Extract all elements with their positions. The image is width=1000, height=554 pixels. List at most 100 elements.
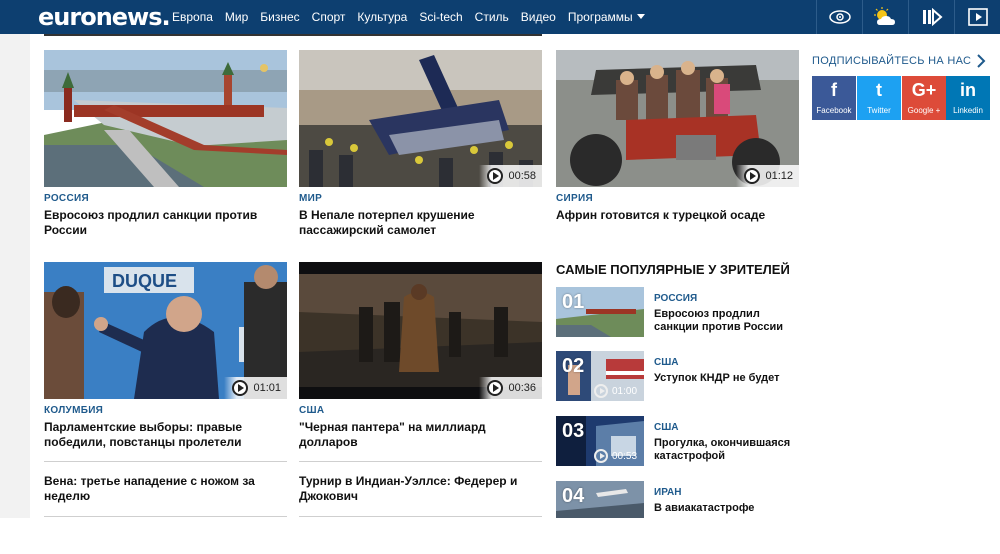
video-duration-badge: 01:12 xyxy=(736,165,799,187)
facebook-icon: f xyxy=(831,80,837,100)
headline[interactable]: Вена: третье нападение с ножом за неделю xyxy=(44,474,287,504)
nav-item-scitech[interactable]: Sci-tech xyxy=(419,10,462,24)
nav-item-video[interactable]: Видео xyxy=(521,10,556,24)
category-label[interactable]: ИРАН xyxy=(654,487,681,498)
nav-item-culture[interactable]: Культура xyxy=(357,10,407,24)
category-label[interactable]: США xyxy=(299,405,542,416)
video-duration: 01:01 xyxy=(253,382,281,394)
category-label[interactable]: РОССИЯ xyxy=(44,193,287,204)
headline[interactable]: Евросоюз продлил санкции против России xyxy=(44,208,287,238)
news-text-item[interactable]: Вена: третье нападение с ножом за неделю xyxy=(44,461,287,504)
category-label[interactable]: КОЛУМБИЯ xyxy=(44,405,287,416)
headline[interactable]: "Черная пантера" на миллиард долларов xyxy=(299,420,542,450)
video-duration-badge: 01:00 xyxy=(594,384,637,398)
headline[interactable]: Уступок КНДР не будет xyxy=(654,372,799,385)
headline[interactable]: Прогулка, окончившаяся катастрофой xyxy=(654,437,799,463)
video-duration: 00:36 xyxy=(508,382,536,394)
headline[interactable]: Парламентские выборы: правые победили, п… xyxy=(44,420,287,450)
popular-thumbnail[interactable]: 02 01:00 xyxy=(556,351,644,401)
popular-item[interactable]: 04 ИРАН В авиакатастрофе xyxy=(556,481,796,518)
category-label[interactable]: МИР xyxy=(299,193,542,204)
category-label[interactable]: РОССИЯ xyxy=(654,293,697,304)
divider xyxy=(44,516,287,517)
headline[interactable]: Евросоюз продлил санкции против России xyxy=(654,308,799,334)
linkedin-button[interactable]: in Linkedin xyxy=(946,76,990,120)
news-card[interactable]: 00:36 США "Черная пантера" на миллиард д… xyxy=(299,262,542,450)
popular-thumbnail[interactable]: 04 xyxy=(556,481,644,518)
twitter-label: Twitter xyxy=(867,106,891,115)
section-divider xyxy=(44,34,542,36)
rank-number: 02 xyxy=(562,355,585,377)
main-nav: Европа Мир Бизнес Спорт Культура Sci-tec… xyxy=(166,0,651,34)
popular-item[interactable]: 03 00:53 США Прогулка, окончившаяся ката… xyxy=(556,416,796,466)
news-thumbnail[interactable]: DUQUE 01:01 xyxy=(44,262,287,399)
news-thumbnail[interactable] xyxy=(44,50,287,187)
popular-item[interactable]: 02 01:00 США Уступок КНДР не будет xyxy=(556,351,796,401)
video-duration: 01:12 xyxy=(765,170,793,182)
headline[interactable]: Турнир в Индиан-Уэллсе: Федерер и Джоков… xyxy=(299,474,542,504)
left-margin xyxy=(0,34,30,518)
popular-section-title: САМЫЕ ПОПУЛЯРНЫЕ У ЗРИТЕЛЕЙ xyxy=(556,262,790,277)
headline[interactable]: В авиакатастрофе xyxy=(654,502,796,515)
news-text-item[interactable]: Турнир в Индиан-Уэллсе: Федерер и Джоков… xyxy=(299,461,542,504)
page: euronews. Европа Мир Бизнес Спорт Культу… xyxy=(0,0,1000,554)
nav-item-style[interactable]: Стиль xyxy=(475,10,509,24)
category-label[interactable]: СИРИЯ xyxy=(556,193,799,204)
headline[interactable]: Африн готовится к турецкой осаде xyxy=(556,208,799,223)
news-card[interactable]: 01:12 СИРИЯ Африн готовится к турецкой о… xyxy=(556,50,799,223)
category-label[interactable]: США xyxy=(654,422,679,433)
video-duration: 00:58 xyxy=(508,170,536,182)
rank-number: 04 xyxy=(562,485,585,507)
video-duration-badge: 00:53 xyxy=(594,449,637,463)
news-card[interactable]: РОССИЯ Евросоюз продлил санкции против Р… xyxy=(44,50,287,238)
play-icon xyxy=(744,168,761,184)
video-duration-badge: 01:01 xyxy=(224,377,287,399)
nav-item-business[interactable]: Бизнес xyxy=(260,10,299,24)
play-icon xyxy=(594,449,608,463)
rank-number: 03 xyxy=(562,420,585,442)
play-icon xyxy=(594,384,608,398)
twitter-icon: t xyxy=(876,80,882,100)
svg-text:DUQUE: DUQUE xyxy=(112,271,177,291)
google-plus-button[interactable]: G+ Google + xyxy=(902,76,946,120)
nav-item-europe[interactable]: Европа xyxy=(172,10,213,24)
popular-item[interactable]: 01 РОССИЯ Евросоюз продлил санкции проти… xyxy=(556,287,796,337)
chevron-right-icon[interactable] xyxy=(974,52,988,70)
play-icon xyxy=(487,168,504,184)
linkedin-label: Linkedin xyxy=(953,106,983,115)
news-thumbnail[interactable]: 00:58 xyxy=(299,50,542,187)
play-video-icon[interactable] xyxy=(954,0,1000,34)
category-label[interactable]: США xyxy=(654,357,679,368)
headline[interactable]: В Непале потерпел крушение пассажирский … xyxy=(299,208,542,238)
livestream-icon[interactable] xyxy=(908,0,954,34)
google-plus-icon: G+ xyxy=(911,80,937,100)
video-duration-badge: 00:36 xyxy=(479,377,542,399)
euronews-logo[interactable]: euronews. xyxy=(38,3,171,31)
kremlin-image xyxy=(44,50,287,187)
play-icon xyxy=(232,380,249,396)
popular-thumbnail[interactable]: 01 xyxy=(556,287,644,337)
news-thumbnail[interactable]: 01:12 xyxy=(556,50,799,187)
linkedin-icon: in xyxy=(960,80,976,100)
google-plus-label: Google + xyxy=(907,106,941,115)
top-bar: euronews. Европа Мир Бизнес Спорт Культу… xyxy=(0,0,1000,34)
rank-number: 01 xyxy=(562,291,585,313)
news-thumbnail[interactable]: 00:36 xyxy=(299,262,542,399)
nav-item-sport[interactable]: Спорт xyxy=(312,10,346,24)
news-card[interactable]: 00:58 МИР В Непале потерпел крушение пас… xyxy=(299,50,542,238)
twitter-button[interactable]: t Twitter xyxy=(857,76,901,120)
subscribe-title[interactable]: ПОДПИСЫВАЙТЕСЬ НА НАС xyxy=(812,55,971,67)
chevron-down-icon xyxy=(636,14,645,19)
weather-icon[interactable] xyxy=(862,0,908,34)
video-duration: 00:53 xyxy=(612,450,638,462)
news-card[interactable]: DUQUE 01:01 КОЛУМБИЯ Парламентские выбор… xyxy=(44,262,287,450)
nav-item-programs[interactable]: Программы xyxy=(568,10,645,24)
facebook-button[interactable]: f Facebook xyxy=(812,76,856,120)
facebook-label: Facebook xyxy=(816,106,852,115)
video-duration-badge: 00:58 xyxy=(479,165,542,187)
page-bottom xyxy=(0,518,1000,554)
popular-thumbnail[interactable]: 03 00:53 xyxy=(556,416,644,466)
eye-icon[interactable] xyxy=(816,0,862,34)
nav-item-world[interactable]: Мир xyxy=(225,10,248,24)
play-icon xyxy=(487,380,504,396)
